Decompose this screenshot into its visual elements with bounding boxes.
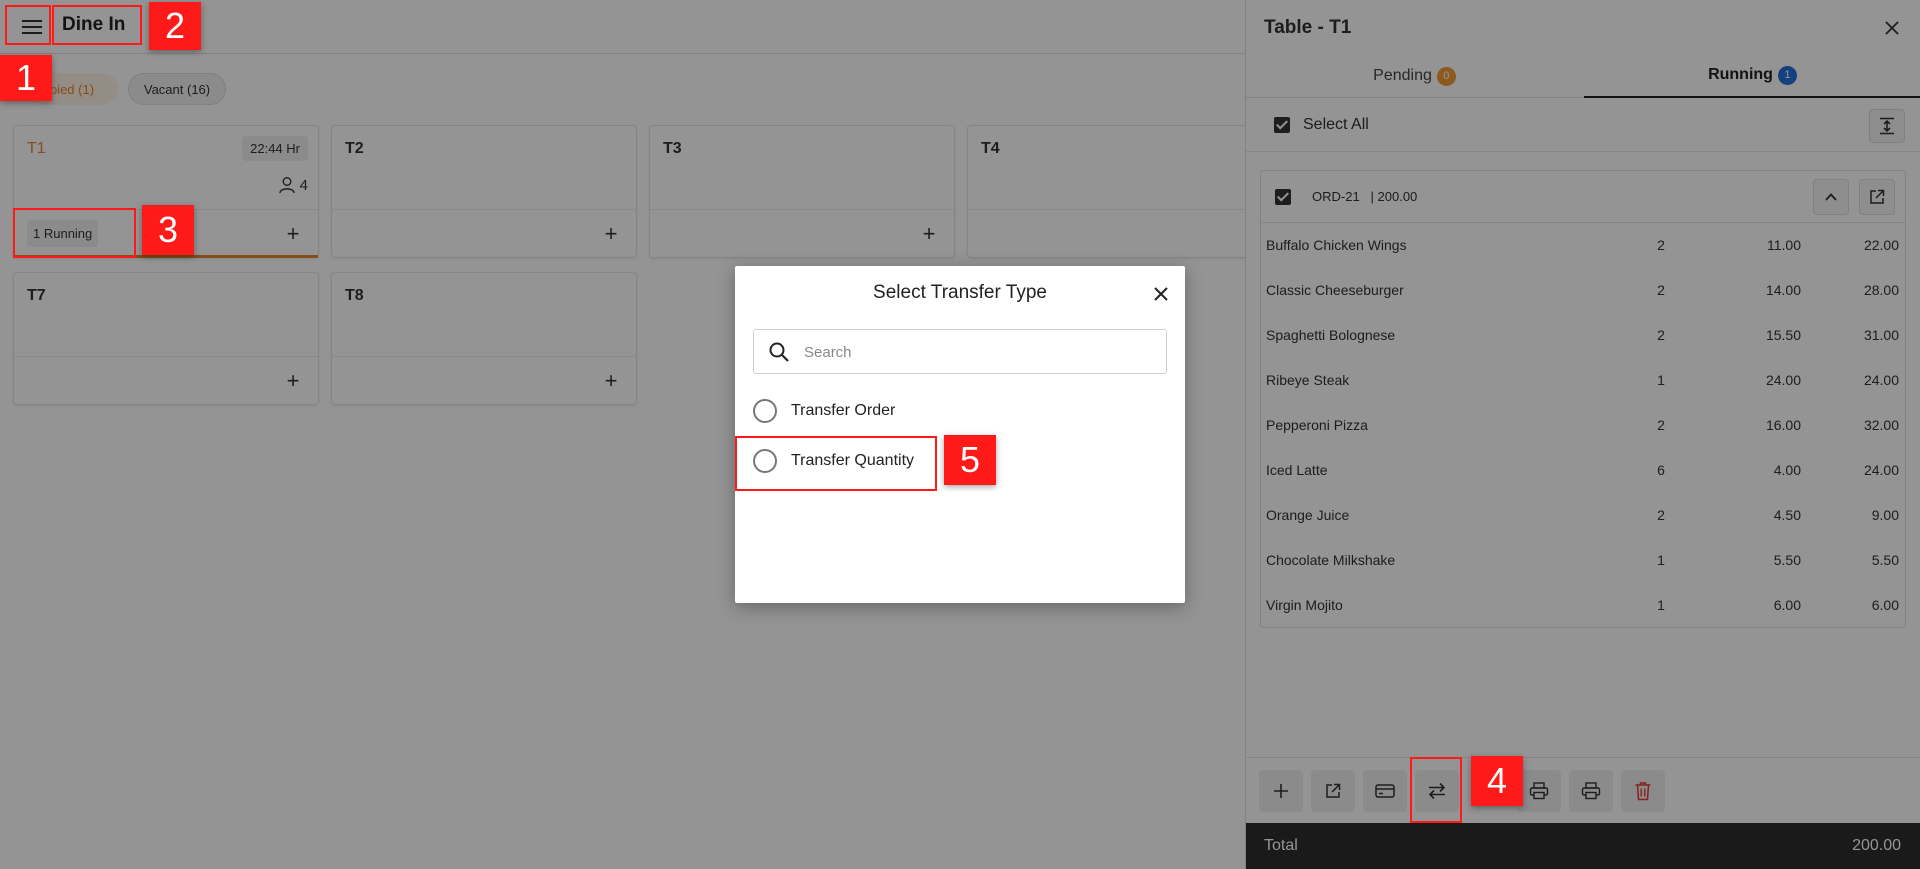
highlight-box-4 — [1410, 757, 1462, 823]
dialog-title: Select Transfer Type — [873, 282, 1047, 303]
search-icon — [769, 342, 789, 362]
search-input[interactable] — [804, 339, 1144, 365]
search-box — [753, 329, 1167, 374]
step-marker-5: 5 — [944, 435, 996, 485]
radio-button[interactable] — [753, 399, 777, 423]
highlight-box-3 — [13, 208, 136, 258]
step-marker-2: 2 — [149, 2, 201, 50]
step-marker-4: 4 — [1471, 756, 1523, 806]
step-marker-3: 3 — [142, 205, 194, 255]
option-transfer-order[interactable]: Transfer Order — [753, 396, 895, 426]
step-marker-1: 1 — [0, 55, 52, 101]
option-label: Transfer Order — [791, 402, 896, 419]
highlight-box-2 — [52, 5, 142, 45]
close-icon[interactable] — [1149, 282, 1173, 306]
highlight-box-5 — [735, 436, 937, 491]
highlight-box-1 — [5, 5, 51, 45]
